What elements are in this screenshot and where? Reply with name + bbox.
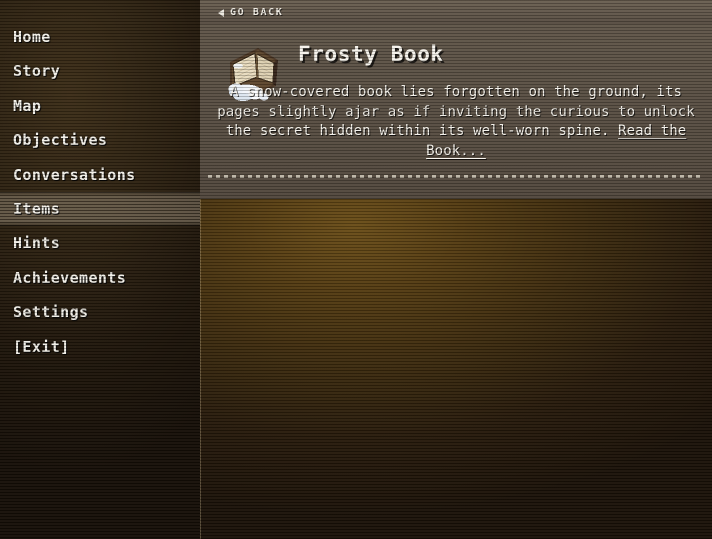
- sidebar-nav: Home Story Map Objectives Conversations Items…: [0, 0, 200, 539]
- triangle-left-icon: [218, 8, 224, 17]
- sidebar-item-objectives[interactable]: Objectives: [0, 123, 200, 157]
- main-region: GO BACK Frosty Book A snow-covered book …: [200, 0, 712, 539]
- sidebar-item-label: [Exit]: [13, 337, 70, 356]
- sidebar-item-label: Home: [13, 28, 51, 46]
- item-description: A snow-covered book lies forgotten on th…: [208, 83, 704, 161]
- sidebar-item-label: Story: [13, 62, 61, 81]
- sidebar-item-hints[interactable]: Hints: [0, 226, 200, 260]
- sidebar-item-label: Achievements: [13, 268, 127, 287]
- sidebar-item-items[interactable]: Items: [0, 192, 200, 226]
- sidebar-item-achievements[interactable]: Achievements: [0, 261, 200, 295]
- sidebar-item-label: Hints: [13, 234, 61, 253]
- sidebar-item-conversations[interactable]: Conversations: [0, 158, 200, 192]
- sidebar-item-label: Objectives: [13, 131, 108, 150]
- section-divider: [208, 175, 704, 178]
- sidebar-item-settings[interactable]: Settings: [0, 295, 200, 329]
- sidebar-item-label: Map: [13, 96, 42, 115]
- go-back-label: GO BACK: [230, 6, 284, 18]
- sidebar-item-exit[interactable]: [Exit]: [0, 330, 200, 364]
- go-back-button[interactable]: GO BACK: [218, 0, 283, 24]
- sidebar-item-home[interactable]: Home: [0, 20, 200, 54]
- sidebar-item-label: Items: [13, 200, 61, 218]
- content-area: [200, 199, 712, 539]
- sidebar-item-map[interactable]: Map: [0, 89, 200, 123]
- sidebar-item-label: Settings: [13, 303, 89, 322]
- game-journal-screen: Home Story Map Objectives Conversations Items…: [0, 0, 712, 539]
- sidebar-item-story[interactable]: Story: [0, 54, 200, 88]
- sidebar-item-label: Conversations: [13, 165, 136, 184]
- go-back-bar[interactable]: GO BACK: [200, 0, 712, 24]
- item-detail-panel: Frosty Book A snow-covered book lies for…: [200, 24, 712, 199]
- item-title: Frosty Book: [298, 42, 444, 66]
